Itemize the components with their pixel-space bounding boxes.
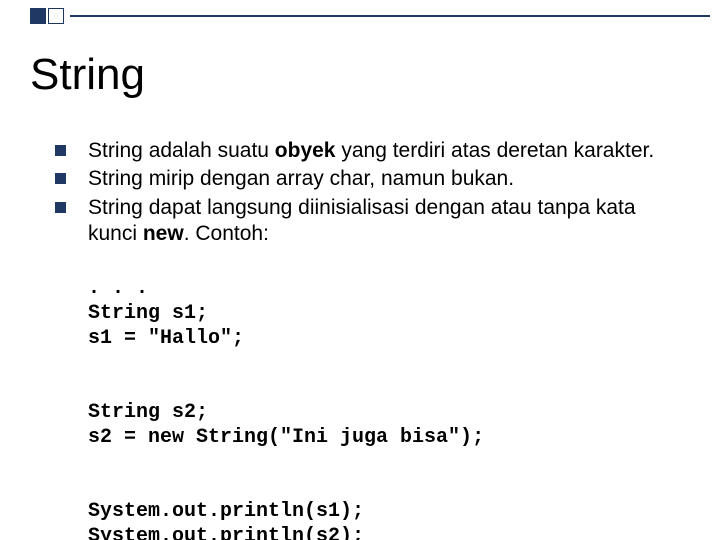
text: yang terdiri atas deretan karakter. [336,139,655,162]
bullet-icon [55,202,66,213]
header-rule [70,15,710,17]
slide-body: String adalah suatu obyek yang terdiri a… [55,138,690,540]
bullet-icon [55,145,66,156]
code-line: System.out.println(s1); [88,500,364,523]
slide-title: String [30,50,145,100]
bullet-icon [55,173,66,184]
code-block: . . . String s1; s1 = "Hallo"; [88,251,690,351]
bullet-item: String dapat langsung diinisialisasi den… [55,195,690,248]
code-gap [55,351,690,371]
text: String adalah suatu [88,139,275,162]
code-block: System.out.println(s1); System.out.print… [88,474,690,540]
code-line: System.out.println(s2); [88,525,364,540]
bullet-text: String adalah suatu obyek yang terdiri a… [88,138,654,164]
code-line: s2 = new String("Ini juga bisa"); [88,426,484,449]
bullet-item: String mirip dengan array char, namun bu… [55,166,690,192]
bold-text: obyek [275,139,336,162]
slide: String String adalah suatu obyek yang te… [0,0,720,540]
bullet-text: String mirip dengan array char, namun bu… [88,166,514,192]
code-line: String s1; [88,302,208,325]
text: . Contoh: [184,222,269,245]
code-gap [55,450,690,470]
code-block: String s2; s2 = new String("Ini juga bis… [88,375,690,450]
bold-text: new [143,222,184,245]
bullet-text: String dapat langsung diinisialisasi den… [88,195,690,248]
square-icon [48,8,64,24]
code-line: String s2; [88,401,208,424]
code-line: s1 = "Hallo"; [88,327,244,350]
bullet-item: String adalah suatu obyek yang terdiri a… [55,138,690,164]
square-icon [30,8,46,24]
code-line: . . . [88,277,148,300]
header-decoration [30,8,710,24]
